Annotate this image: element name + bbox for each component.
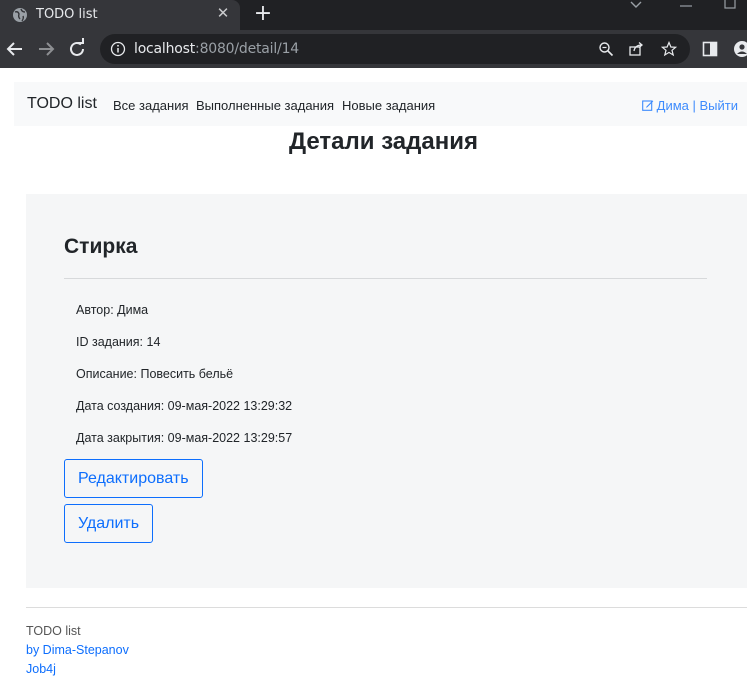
divider bbox=[64, 278, 707, 279]
navbar: TODO list Все задания Выполненные задани… bbox=[14, 82, 747, 126]
browser-tab[interactable]: TODO list ✕ bbox=[0, 0, 240, 30]
address-bar[interactable]: localhost:8080/detail/14 bbox=[100, 34, 690, 64]
page-title: Детали задания bbox=[289, 128, 478, 155]
back-arrow-icon[interactable] bbox=[3, 37, 27, 61]
minimize-icon[interactable] bbox=[676, 0, 696, 12]
side-panel-icon[interactable] bbox=[702, 41, 718, 57]
edit-icon bbox=[641, 100, 653, 111]
footer-author-link[interactable]: by Dima-Stepanov bbox=[26, 643, 129, 657]
task-author: Автор: Дима bbox=[76, 303, 149, 317]
zoom-icon[interactable] bbox=[598, 41, 614, 57]
task-title: Стирка bbox=[64, 235, 138, 258]
profile-icon[interactable] bbox=[733, 41, 747, 57]
footer-org-link[interactable]: Job4j bbox=[26, 662, 56, 676]
delete-button[interactable]: Удалить bbox=[64, 504, 154, 543]
nav-link-new-tasks[interactable]: Новые задания bbox=[342, 98, 435, 113]
reload-icon[interactable] bbox=[65, 37, 89, 61]
tab-title: TODO list bbox=[36, 7, 98, 22]
nav-link-all-tasks[interactable]: Все задания bbox=[113, 98, 189, 113]
nav-link-completed-tasks[interactable]: Выполненные задания bbox=[196, 98, 334, 113]
user-logout-label: Дима | Выйти bbox=[656, 98, 738, 113]
tab-close-icon[interactable]: ✕ bbox=[214, 5, 232, 23]
forward-arrow-icon[interactable] bbox=[34, 37, 58, 61]
task-card: Стирка Автор: Дима ID задания: 14 Описан… bbox=[26, 194, 747, 588]
browser-tabstrip: TODO list ✕ + bbox=[0, 0, 747, 30]
info-icon[interactable] bbox=[110, 41, 126, 57]
new-tab-button[interactable]: + bbox=[251, 2, 275, 26]
task-description: Описание: Повесить бельё bbox=[76, 367, 234, 381]
bookmark-star-icon[interactable] bbox=[661, 41, 677, 57]
browser-toolbar: localhost:8080/detail/14 bbox=[0, 30, 747, 68]
maximize-icon[interactable] bbox=[720, 0, 740, 12]
footer-divider bbox=[26, 607, 747, 608]
globe-icon bbox=[13, 8, 27, 22]
footer-app-name: TODO list bbox=[26, 624, 81, 638]
edit-button[interactable]: Редактировать bbox=[64, 459, 203, 498]
navbar-brand[interactable]: TODO list bbox=[27, 95, 97, 113]
task-created-date: Дата создания: 09-мая-2022 13:29:32 bbox=[76, 399, 293, 413]
user-logout-link[interactable]: Дима | Выйти bbox=[641, 98, 738, 113]
task-closed-date: Дата закрытия: 09-мая-2022 13:29:57 bbox=[76, 431, 293, 445]
share-icon[interactable] bbox=[628, 41, 644, 57]
task-id: ID задания: 14 bbox=[76, 335, 161, 349]
url-text[interactable]: localhost:8080/detail/14 bbox=[134, 41, 299, 57]
tab-search-icon[interactable] bbox=[626, 0, 646, 12]
